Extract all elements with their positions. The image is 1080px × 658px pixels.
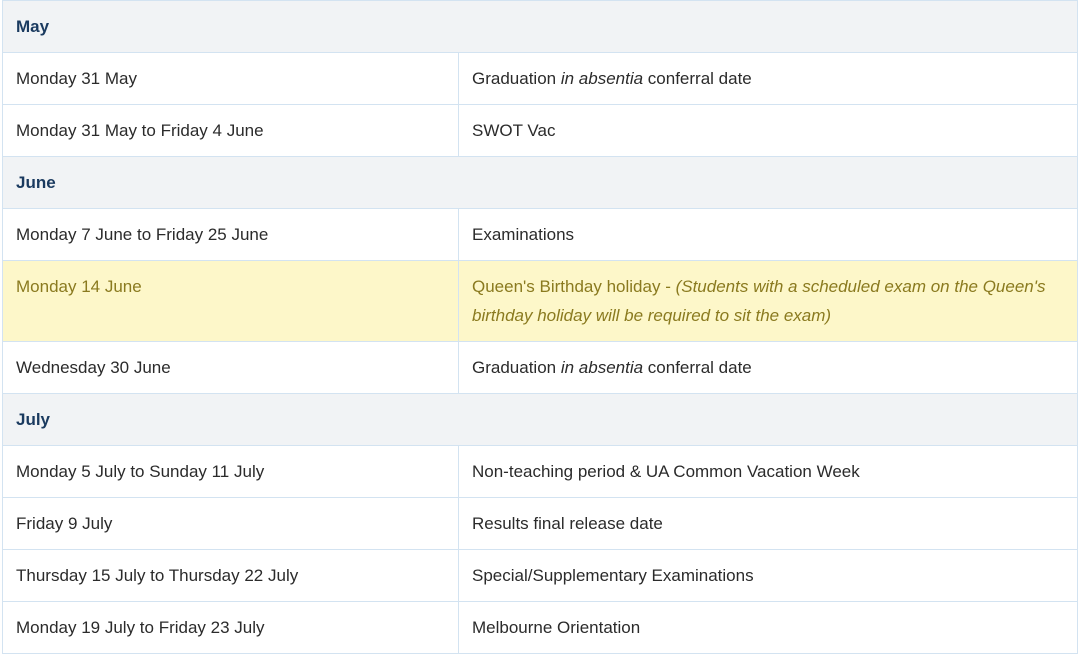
month-header-row: May <box>1 0 1079 53</box>
table-row: Monday 19 July to Friday 23 July Melbour… <box>2 601 1079 654</box>
date-cell: Monday 31 May to Friday 4 June <box>2 104 459 157</box>
academic-calendar-table: May Monday 31 May Graduation in absentia… <box>1 0 1079 654</box>
date-cell: Monday 5 July to Sunday 11 July <box>2 445 459 498</box>
table-row: Monday 7 June to Friday 25 June Examinat… <box>2 208 1079 261</box>
event-cell: Non-teaching period & UA Common Vacation… <box>457 445 1079 498</box>
event-emphasis: in absentia <box>560 358 644 377</box>
event-emphasis: in absentia <box>560 69 644 88</box>
table-row: Monday 31 May Graduation in absentia con… <box>2 52 1079 105</box>
table-row: Monday 31 May to Friday 4 June SWOT Vac <box>2 104 1079 157</box>
event-cell: Graduation in absentia conferral date <box>457 341 1079 394</box>
date-cell: Monday 19 July to Friday 23 July <box>2 601 459 654</box>
date-cell: Wednesday 30 June <box>2 341 459 394</box>
event-cell: SWOT Vac <box>457 104 1079 157</box>
month-header: May <box>1 0 1079 53</box>
month-header-row: June <box>1 156 1079 209</box>
table-row: Thursday 15 July to Thursday 22 July Spe… <box>2 549 1079 602</box>
event-text: Queen's Birthday holiday - <box>472 277 676 296</box>
date-cell: Monday 31 May <box>2 52 459 105</box>
event-cell: Melbourne Orientation <box>457 601 1079 654</box>
event-text: Graduation <box>472 358 561 377</box>
event-text-end: conferral date <box>643 358 752 377</box>
event-cell: Special/Supplementary Examinations <box>457 549 1079 602</box>
event-cell: Queen's Birthday holiday - (Students wit… <box>457 260 1079 342</box>
date-cell: Monday 7 June to Friday 25 June <box>2 208 459 261</box>
event-text-end: conferral date <box>643 69 752 88</box>
highlighted-table-row: Monday 14 June Queen's Birthday holiday … <box>2 260 1079 342</box>
month-header-row: July <box>1 393 1079 446</box>
event-text: Graduation <box>472 69 561 88</box>
month-header: June <box>1 156 1079 209</box>
month-header: July <box>1 393 1079 446</box>
event-cell: Graduation in absentia conferral date <box>457 52 1079 105</box>
event-cell: Results final release date <box>457 497 1079 550</box>
event-cell: Examinations <box>457 208 1079 261</box>
table-row: Monday 5 July to Sunday 11 July Non-teac… <box>2 445 1079 498</box>
date-cell: Friday 9 July <box>2 497 459 550</box>
table-row: Friday 9 July Results final release date <box>2 497 1079 550</box>
table-row: Wednesday 30 June Graduation in absentia… <box>2 341 1079 394</box>
date-cell: Thursday 15 July to Thursday 22 July <box>2 549 459 602</box>
date-cell: Monday 14 June <box>2 260 459 342</box>
